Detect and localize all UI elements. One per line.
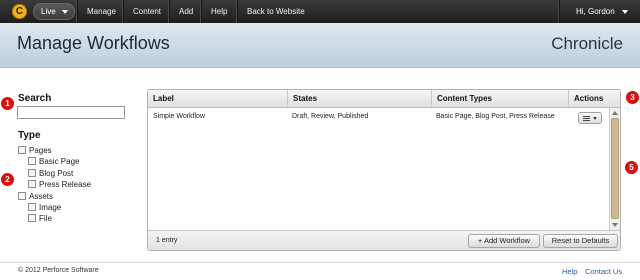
- checkbox[interactable]: [28, 214, 36, 222]
- top-nav-bar: C Live Manage Content Add Help Back to W…: [0, 0, 640, 23]
- checkbox-label: Image: [39, 203, 62, 212]
- page-title: Manage Workflows: [17, 33, 170, 53]
- live-dropdown[interactable]: Live: [33, 3, 75, 20]
- user-greeting: Hi, Gordon: [576, 7, 615, 16]
- checkbox-label: Pages: [29, 146, 52, 155]
- brand-name: Chronicle: [551, 34, 623, 53]
- type-filter-file[interactable]: File: [28, 213, 52, 224]
- scroll-up-arrow-icon[interactable]: [612, 111, 618, 115]
- type-filter-image[interactable]: Image: [28, 202, 61, 213]
- workflows-table: Label States Content Types Actions Simpl…: [147, 89, 621, 251]
- nav-add[interactable]: Add: [169, 0, 202, 23]
- table-header: Label States Content Types Actions: [148, 90, 620, 108]
- entry-count: 1 entry: [156, 237, 178, 244]
- vertical-scrollbar[interactable]: [609, 108, 620, 230]
- checkbox-label: Blog Post: [39, 169, 74, 178]
- column-header-content-types[interactable]: Content Types: [431, 90, 568, 107]
- reset-to-defaults-button[interactable]: Reset to Defaults: [543, 234, 618, 248]
- callout-marker-2: 2: [1, 173, 14, 186]
- cell-states: Draft, Review, Published: [292, 113, 369, 120]
- checkbox[interactable]: [28, 169, 36, 177]
- live-label: Live: [41, 7, 56, 16]
- add-workflow-button[interactable]: + Add Workflow: [468, 234, 540, 248]
- help-link[interactable]: Help: [562, 267, 577, 276]
- cell-label: Simple Workflow: [153, 113, 205, 120]
- callout-marker-5: 5: [625, 161, 638, 174]
- column-header-actions: Actions: [568, 90, 620, 107]
- scroll-down-arrow-icon[interactable]: [612, 223, 618, 227]
- checkbox[interactable]: [28, 180, 36, 188]
- search-heading: Search: [18, 93, 52, 104]
- checkbox[interactable]: [18, 192, 26, 200]
- chevron-down-icon: [622, 10, 628, 14]
- nav-content[interactable]: Content: [123, 0, 170, 23]
- type-filter-press-release[interactable]: Press Release: [28, 179, 91, 190]
- type-filter-blog-post[interactable]: Blog Post: [28, 168, 73, 179]
- search-input[interactable]: [17, 106, 125, 119]
- nav-back-to-website[interactable]: Back to Website: [237, 0, 314, 23]
- checkbox-label: Assets: [29, 192, 54, 201]
- checkbox-label: File: [39, 214, 52, 223]
- nav-manage[interactable]: Manage: [77, 0, 125, 23]
- row-actions-button[interactable]: [578, 112, 602, 124]
- type-filter-basic-page[interactable]: Basic Page: [28, 156, 79, 167]
- checkbox[interactable]: [28, 157, 36, 165]
- checkbox-label: Press Release: [39, 180, 92, 189]
- footer-divider: [0, 262, 640, 263]
- cell-content-types: Basic Page, Blog Post, Press Release: [436, 113, 555, 120]
- menu-icon: [583, 116, 590, 121]
- copyright-text: © 2012 Perforce Software: [18, 267, 99, 274]
- contact-us-link[interactable]: Contact Us: [585, 267, 622, 276]
- nav-help[interactable]: Help: [201, 0, 236, 23]
- type-heading: Type: [18, 130, 41, 141]
- user-menu[interactable]: Hi, Gordon: [559, 0, 640, 23]
- chevron-down-icon: [593, 117, 597, 120]
- chronicle-logo-icon[interactable]: C: [12, 4, 27, 19]
- checkbox[interactable]: [18, 146, 26, 154]
- column-header-states[interactable]: States: [287, 90, 431, 107]
- scrollbar-thumb[interactable]: [611, 118, 619, 219]
- page-header: Manage Workflows Chronicle: [0, 23, 640, 68]
- type-filter-pages[interactable]: Pages: [18, 145, 52, 156]
- chevron-down-icon: [62, 10, 68, 14]
- checkbox-label: Basic Page: [39, 157, 80, 166]
- checkbox[interactable]: [28, 203, 36, 211]
- callout-marker-3: 3: [626, 91, 639, 104]
- logo-letter: C: [15, 6, 24, 17]
- column-header-label[interactable]: Label: [148, 90, 287, 107]
- table-footer: 1 entry + Add Workflow Reset to Defaults: [148, 230, 620, 250]
- type-filter-assets[interactable]: Assets: [18, 191, 53, 202]
- callout-marker-1: 1: [1, 97, 14, 110]
